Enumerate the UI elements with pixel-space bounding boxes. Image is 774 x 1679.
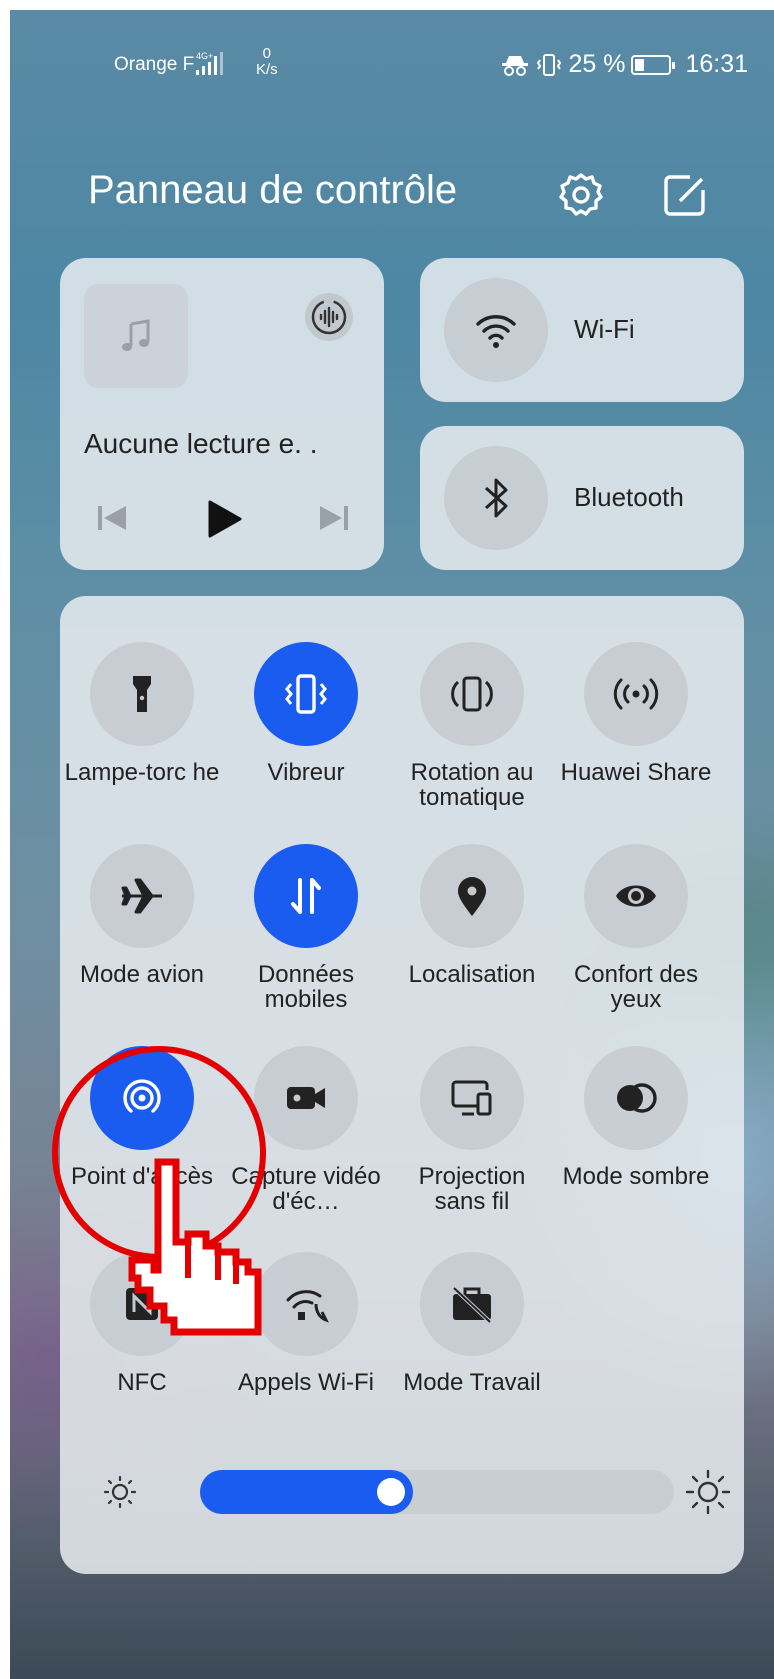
- phone-screen: Orange F 4G+ 0 K/s 25 % 16:31 Panneau de…: [10, 10, 774, 1679]
- album-art: [84, 284, 188, 388]
- play-icon[interactable]: [202, 498, 244, 540]
- media-title: Aucune lecture e. .: [84, 428, 318, 459]
- signal-strength-icon: 4G+: [196, 51, 223, 75]
- page-title: Panneau de contrôle: [88, 168, 458, 212]
- previous-track-icon[interactable]: [92, 498, 132, 538]
- toggle-label: Appels Wi-Fi: [237, 1369, 375, 1396]
- work-mode-icon: [448, 1282, 496, 1326]
- vibrate-status-icon: [537, 53, 562, 76]
- toggle-label: Vibreur: [267, 759, 345, 786]
- incognito-icon: [502, 55, 529, 76]
- mobile-data-toggle-button[interactable]: [254, 844, 358, 948]
- bluetooth-label: Bluetooth: [574, 482, 684, 512]
- toggle-label: Confort des yeux: [573, 961, 699, 1013]
- location-toggle-button[interactable]: [420, 844, 524, 948]
- brightness-control[interactable]: [100, 1462, 731, 1522]
- bluetooth-tile[interactable]: Bluetooth: [420, 426, 744, 570]
- flashlight-icon: [122, 672, 162, 716]
- carrier-name: Orange F: [114, 54, 195, 75]
- wireless-projection-toggle-button[interactable]: [420, 1046, 524, 1150]
- toggle-label: Données mobiles: [257, 961, 355, 1013]
- clock: 16:31: [685, 50, 748, 78]
- toggle-label: NFC: [117, 1369, 167, 1396]
- toggle-label: Huawei Share: [560, 759, 712, 786]
- gear-icon[interactable]: [556, 170, 606, 220]
- eye-icon: [612, 874, 660, 918]
- brightness-high-icon: [685, 1469, 731, 1515]
- wifi-icon: [476, 315, 516, 348]
- wifi-button[interactable]: [444, 278, 548, 382]
- airplane-icon: [118, 874, 166, 918]
- bluetooth-button[interactable]: [444, 446, 548, 550]
- toggle-vibrate[interactable]: Vibreur: [224, 642, 388, 785]
- battery-icon: [631, 54, 676, 75]
- toggle-work-mode[interactable]: Mode Travail: [390, 1252, 554, 1395]
- brightness-low-icon: [103, 1475, 137, 1509]
- network-type-label: 4G+: [196, 51, 213, 61]
- toggle-label: Mode avion: [79, 961, 205, 988]
- vibrate-icon: [282, 672, 330, 716]
- network-speed-value: 0: [262, 45, 272, 62]
- flashlight-toggle-button[interactable]: [90, 642, 194, 746]
- toggle-label: Rotation au tomatique: [410, 759, 534, 811]
- toggle-label: Mode sombre: [562, 1163, 710, 1190]
- mobile-data-icon: [286, 874, 326, 918]
- next-track-icon[interactable]: [314, 498, 354, 538]
- bluetooth-icon: [484, 478, 508, 518]
- toggle-airplane[interactable]: Mode avion: [60, 844, 224, 987]
- toggle-wireless-projection[interactable]: Projection sans fil: [390, 1046, 554, 1214]
- wireless-projection-icon: [448, 1076, 496, 1120]
- toggle-flashlight[interactable]: Lampe-torc he: [60, 642, 224, 785]
- edit-icon[interactable]: [660, 170, 710, 220]
- toggle-auto-rotate[interactable]: Rotation au tomatique: [390, 642, 554, 810]
- media-player-card[interactable]: Aucune lecture e. .: [60, 258, 384, 570]
- network-speed: 0 K/s: [256, 46, 278, 78]
- wifi-calling-icon: [282, 1282, 330, 1326]
- eye-toggle-button[interactable]: [584, 844, 688, 948]
- airplane-toggle-button[interactable]: [90, 844, 194, 948]
- screen-record-icon: [282, 1076, 330, 1120]
- audio-output-icon[interactable]: [304, 292, 354, 342]
- toggle-label: Projection sans fil: [418, 1163, 526, 1215]
- pointing-hand-icon: [128, 1158, 262, 1336]
- toggle-label: Mode Travail: [403, 1369, 541, 1396]
- battery-percent: 25 %: [568, 50, 626, 78]
- auto-rotate-icon: [448, 672, 496, 716]
- status-bar: Orange F 4G+ 0 K/s 25 % 16:31: [10, 46, 774, 86]
- toggle-eye[interactable]: Confort des yeux: [554, 844, 718, 1012]
- network-speed-unit: K/s: [256, 61, 278, 78]
- toggle-huawei-share[interactable]: Huawei Share: [554, 642, 718, 785]
- toggle-dark-mode[interactable]: Mode sombre: [554, 1046, 718, 1189]
- brightness-slider[interactable]: [200, 1470, 674, 1514]
- vibrate-toggle-button[interactable]: [254, 642, 358, 746]
- toggle-location[interactable]: Localisation: [390, 844, 554, 987]
- brightness-knob[interactable]: [377, 1478, 405, 1506]
- dark-mode-toggle-button[interactable]: [584, 1046, 688, 1150]
- dark-mode-icon: [612, 1076, 660, 1120]
- wifi-label: Wi-Fi: [574, 314, 635, 344]
- auto-rotate-toggle-button[interactable]: [420, 642, 524, 746]
- toggle-mobile-data[interactable]: Données mobiles: [224, 844, 388, 1012]
- huawei-share-toggle-button[interactable]: [584, 642, 688, 746]
- huawei-share-icon: [612, 672, 660, 716]
- location-icon: [452, 874, 492, 918]
- wifi-tile[interactable]: Wi-Fi: [420, 258, 744, 402]
- music-note-icon: [122, 319, 150, 351]
- work-mode-toggle-button[interactable]: [420, 1252, 524, 1356]
- screen-record-toggle-button[interactable]: [254, 1046, 358, 1150]
- status-right-group: 25 % 16:31: [500, 50, 748, 79]
- toggle-label: Lampe-torc he: [64, 759, 220, 786]
- toggle-label: Localisation: [408, 961, 536, 988]
